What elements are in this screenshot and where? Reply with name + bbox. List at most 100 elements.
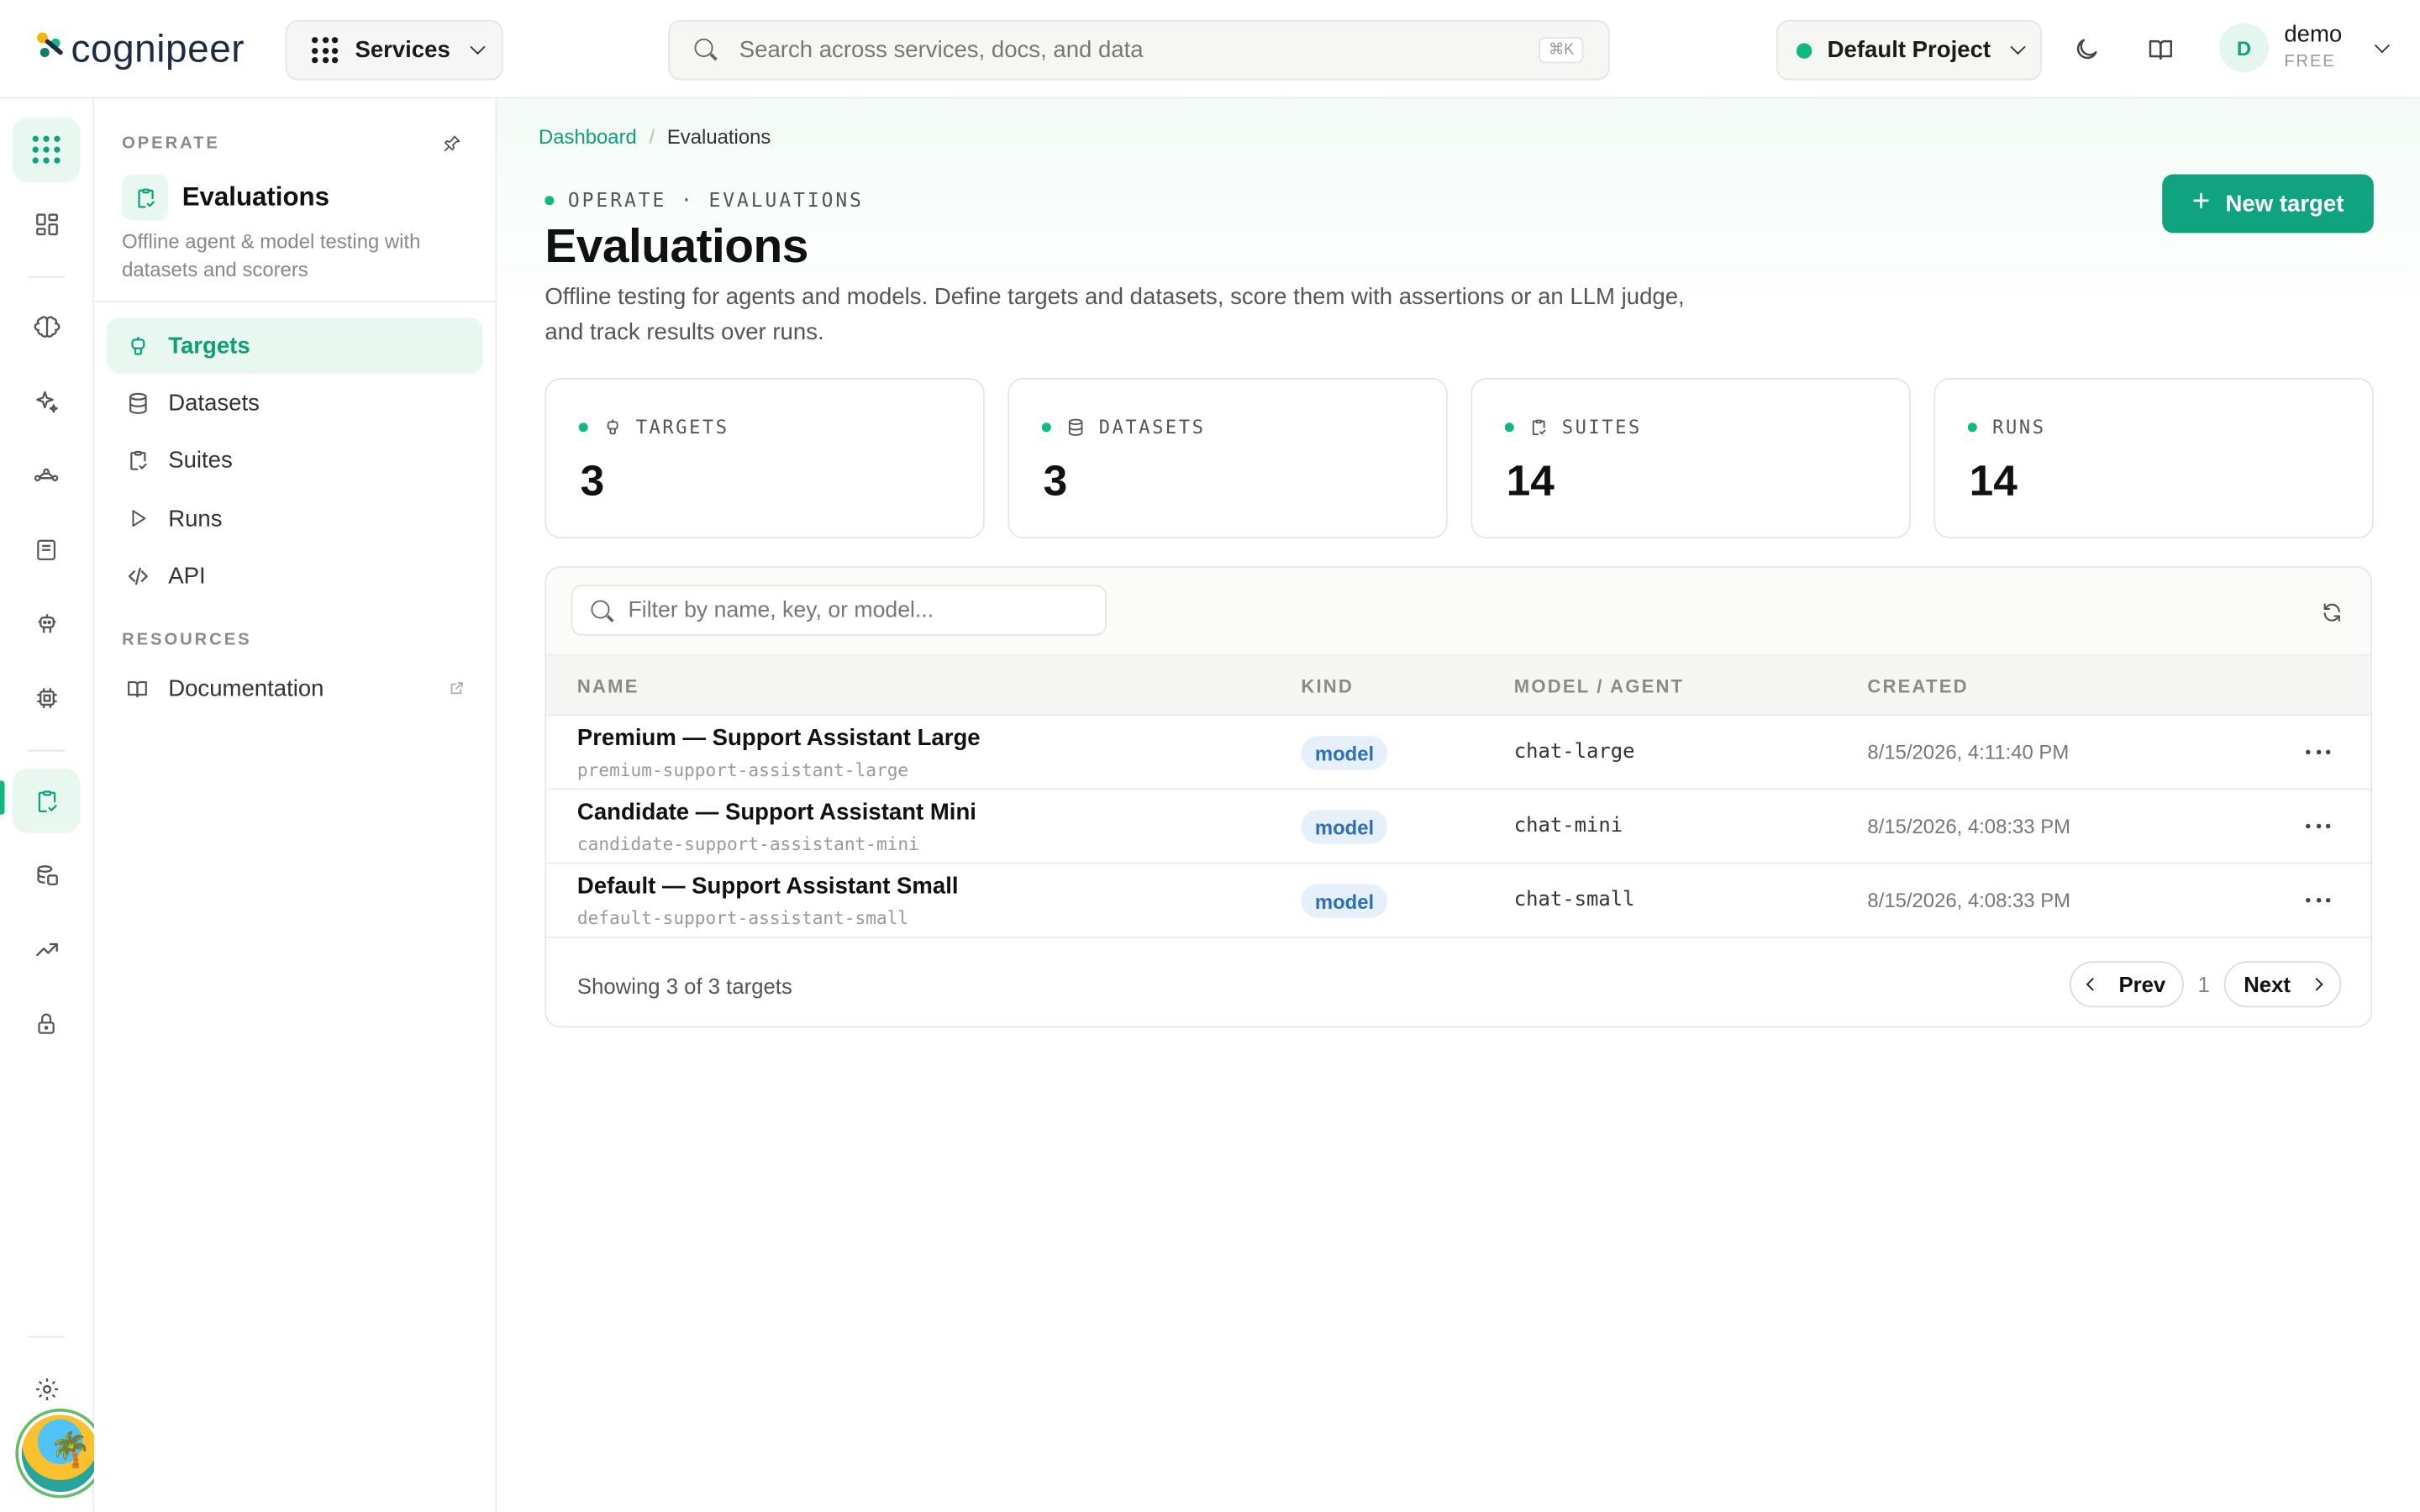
- eyebrow-dot: [544, 195, 555, 205]
- stat-value: 3: [580, 456, 605, 505]
- table-header: NAME KIND MODEL / AGENT CREATED: [546, 655, 2371, 717]
- target-model: chat-small: [1513, 888, 1635, 912]
- settings-icon: [35, 1378, 58, 1400]
- logo[interactable]: cognipeer: [34, 22, 245, 77]
- book-icon: [37, 538, 55, 559]
- code-icon: [125, 563, 150, 587]
- sidebar-item-suites[interactable]: Suites: [107, 432, 483, 487]
- kind-badge: model: [1301, 810, 1388, 844]
- target-key: premium-support-assistant-large: [576, 759, 909, 781]
- more-actions-icon[interactable]: [2306, 816, 2331, 835]
- table-toolbar: [546, 567, 2371, 656]
- search-icon: [694, 38, 718, 62]
- services-button[interactable]: Services: [285, 19, 503, 81]
- breadcrumb: Dashboard / Evaluations: [539, 125, 771, 149]
- robot-icon: [603, 418, 622, 437]
- project-selector[interactable]: Default Project: [1776, 19, 2042, 81]
- stat-card-suites: SUITES 14: [1470, 377, 1911, 539]
- filter-input[interactable]: [628, 597, 1092, 623]
- rail-brain[interactable]: [13, 295, 81, 360]
- target-name[interactable]: Premium — Support Assistant Large: [577, 725, 981, 751]
- sidebar-item-documentation[interactable]: Documentation: [107, 660, 483, 716]
- global-search-input[interactable]: [739, 37, 1512, 64]
- evaluations-icon: [37, 790, 56, 812]
- rail-evaluations[interactable]: [12, 768, 81, 833]
- refresh-icon[interactable]: [2321, 601, 2343, 623]
- next-page-button[interactable]: Next: [2223, 961, 2342, 1008]
- more-actions-icon[interactable]: [2306, 890, 2331, 909]
- chevron-right-icon: [2310, 978, 2323, 991]
- table-row[interactable]: Default — Support Assistant Small defaul…: [546, 864, 2371, 938]
- rail-chip[interactable]: [13, 665, 81, 730]
- new-target-button[interactable]: + New target: [2162, 174, 2374, 234]
- book-open-icon: [125, 675, 150, 700]
- rail-apps-grid[interactable]: [12, 117, 81, 182]
- column-header-model[interactable]: MODEL / AGENT: [1514, 675, 1685, 697]
- flow-icon: [34, 467, 59, 481]
- kind-badge: model: [1301, 736, 1388, 770]
- sidebar-item-label: Runs: [168, 505, 223, 532]
- project-label: Default Project: [1827, 37, 1991, 64]
- target-name[interactable]: Default — Support Assistant Small: [577, 874, 959, 900]
- column-header-name[interactable]: NAME: [577, 675, 639, 697]
- rail-divider: [28, 749, 66, 752]
- more-actions-icon[interactable]: [2306, 742, 2331, 760]
- table-row[interactable]: Premium — Support Assistant Large premiu…: [546, 716, 2371, 790]
- column-header-kind[interactable]: KIND: [1301, 675, 1354, 697]
- next-label: Next: [2244, 972, 2291, 997]
- database-icon: [1066, 418, 1085, 437]
- plus-icon: +: [2191, 184, 2211, 218]
- filter-field[interactable]: [571, 585, 1107, 636]
- user-avatar: D: [2219, 23, 2269, 73]
- service-title: Evaluations: [182, 181, 329, 212]
- sidebar-item-datasets[interactable]: Datasets: [107, 375, 483, 430]
- rail-robot[interactable]: [13, 591, 81, 655]
- rail-dashboard[interactable]: [13, 192, 81, 256]
- prev-page-button[interactable]: Prev: [2070, 961, 2184, 1008]
- table-row[interactable]: Candidate — Support Assistant Mini candi…: [546, 790, 2371, 864]
- sparkles-icon: [35, 390, 57, 412]
- service-header: Evaluations: [122, 174, 329, 221]
- icon-rail: 🌴: [0, 98, 103, 1512]
- prev-label: Prev: [2118, 972, 2166, 997]
- rail-active-marker: [0, 780, 5, 815]
- global-search[interactable]: ⌘K: [668, 19, 1610, 81]
- rail-security[interactable]: [13, 990, 81, 1055]
- user-menu[interactable]: D demo FREE: [2219, 22, 2390, 74]
- sidebar-item-label: Documentation: [168, 675, 324, 701]
- rail-analytics[interactable]: [13, 916, 81, 981]
- stat-card-targets: TARGETS 3: [544, 377, 985, 539]
- rail-book[interactable]: [13, 517, 81, 581]
- breadcrumb-dashboard-link[interactable]: Dashboard: [539, 125, 637, 149]
- service-description: Offline agent & model testing with datas…: [122, 229, 421, 281]
- brain-icon: [33, 315, 60, 337]
- workspace-avatar[interactable]: 🌴: [18, 1411, 103, 1495]
- stat-value: 14: [1969, 456, 2018, 505]
- target-name[interactable]: Candidate — Support Assistant Mini: [577, 799, 976, 825]
- sidebar-item-api[interactable]: API: [107, 548, 483, 603]
- eyebrow-text: OPERATE · EVALUATIONS: [567, 188, 864, 212]
- top-bar: cognipeer Services ⌘K Default Project D: [0, 0, 2420, 99]
- logo-mark-icon: [34, 29, 67, 70]
- palm-tree-icon: 🌴: [49, 1430, 92, 1469]
- page-eyebrow: OPERATE · EVALUATIONS: [544, 188, 864, 212]
- target-created: 8/15/2026, 4:08:33 PM: [1867, 814, 2071, 838]
- sidebar-item-label: Datasets: [168, 389, 260, 416]
- rail-data[interactable]: [13, 843, 81, 907]
- logo-text: cognipeer: [71, 27, 245, 71]
- project-status-dot: [1796, 42, 1812, 58]
- sidebar-item-targets[interactable]: Targets: [106, 318, 483, 374]
- search-shortcut: ⌘K: [1539, 37, 1584, 64]
- play-icon: [125, 506, 150, 530]
- rail-flow[interactable]: [13, 443, 81, 507]
- pin-icon[interactable]: [443, 134, 461, 153]
- target-created: 8/15/2026, 4:11:40 PM: [1867, 740, 2070, 764]
- column-header-created[interactable]: CREATED: [1867, 675, 1968, 697]
- sidebar-divider: [94, 301, 497, 302]
- sidebar-item-runs[interactable]: Runs: [107, 491, 483, 546]
- rail-sparkles[interactable]: [13, 369, 81, 433]
- target-created: 8/15/2026, 4:08:33 PM: [1867, 888, 2071, 912]
- docs-book-icon[interactable]: [2142, 31, 2179, 68]
- rail-settings[interactable]: [13, 1356, 81, 1420]
- theme-toggle-moon-icon[interactable]: [2068, 31, 2105, 68]
